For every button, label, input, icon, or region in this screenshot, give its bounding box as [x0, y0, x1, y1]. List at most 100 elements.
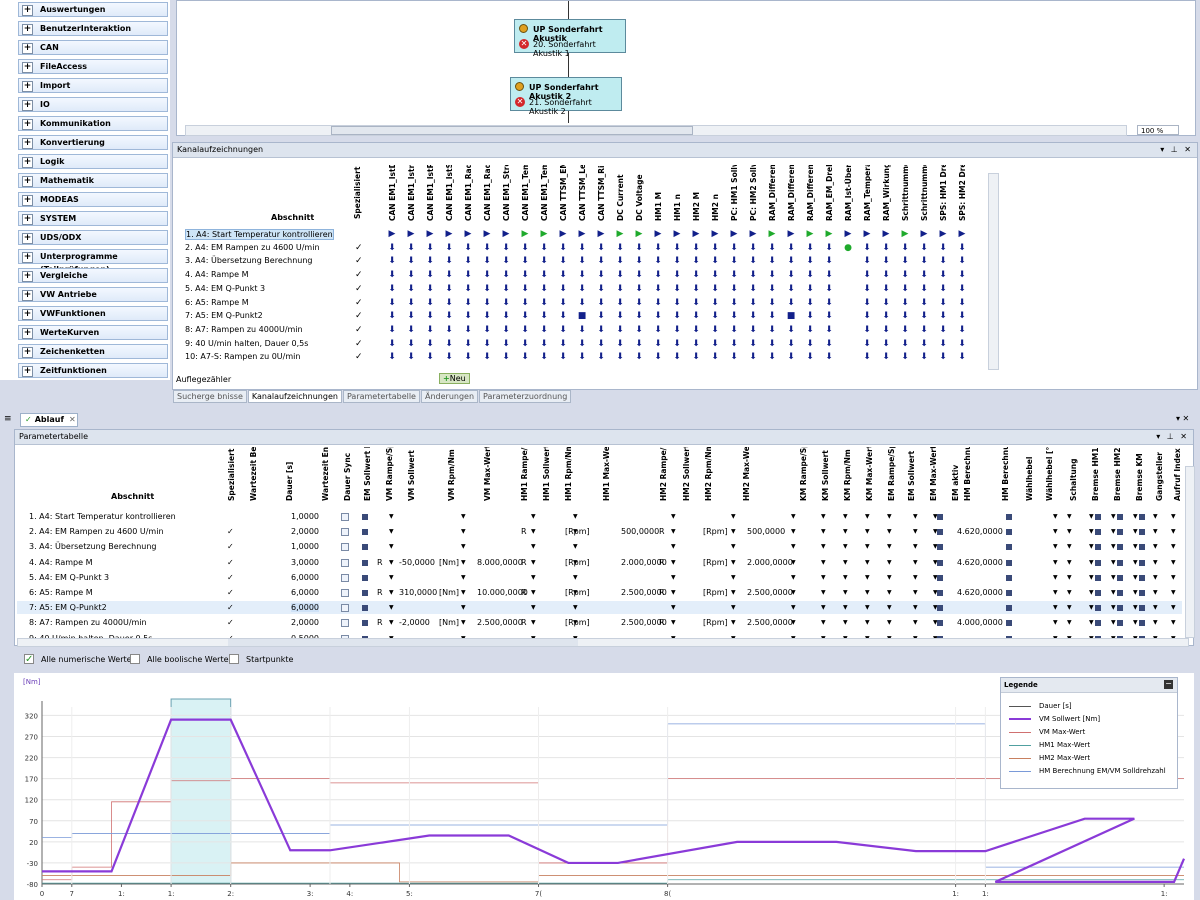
channel-cell[interactable]: ⬇: [516, 283, 534, 295]
dropdown-arrow-icon[interactable]: ▼: [821, 619, 826, 626]
channel-cell[interactable]: ⬇: [516, 269, 534, 281]
dropdown-arrow-icon[interactable]: ▼: [843, 604, 848, 611]
dropdown-arrow-icon[interactable]: ▼: [821, 513, 826, 520]
channel-cell[interactable]: ⬇: [763, 297, 781, 309]
dauer-value[interactable]: 2,0000: [291, 527, 319, 536]
dropdown-arrow-icon[interactable]: ▼: [531, 574, 536, 581]
channel-cell[interactable]: ⬇: [573, 242, 591, 254]
channel-cell[interactable]: ⬇: [440, 338, 458, 350]
dropdown-arrow-icon[interactable]: ▼: [821, 543, 826, 550]
channel-cell[interactable]: ⬇: [744, 351, 762, 363]
parameter-value[interactable]: 4.620,0000: [957, 558, 1003, 567]
channel-cell[interactable]: ⬇: [497, 283, 515, 295]
parameter-column-header[interactable]: Aufruf Index [: [1173, 447, 1182, 501]
dauer-sync-checkbox[interactable]: [341, 543, 349, 552]
dropdown-arrow-icon[interactable]: ▼: [1153, 513, 1158, 520]
parameter-value[interactable]: R: [521, 558, 527, 567]
channel-cell[interactable]: ⬇: [592, 242, 610, 254]
channel-cell[interactable]: ⬇: [554, 269, 572, 281]
parameter-column-header[interactable]: VM Sollwert: [407, 447, 416, 501]
dropdown-arrow-icon[interactable]: ▼: [821, 559, 826, 566]
flag-square[interactable]: [1006, 529, 1012, 536]
channel-cell[interactable]: ⬇: [744, 324, 762, 336]
dauer-sync-checkbox[interactable]: [341, 573, 349, 582]
dropdown-arrow-icon[interactable]: ▼: [821, 528, 826, 535]
dropdown-arrow-icon[interactable]: ▼: [389, 589, 394, 596]
dropdown-arrow-icon[interactable]: ▼: [531, 589, 536, 596]
parameter-column-header[interactable]: VM Rampe/Sp: [385, 447, 394, 501]
em-sollwert-flag[interactable]: [362, 590, 368, 596]
flag-square[interactable]: [1095, 529, 1101, 536]
channel-cell[interactable]: ⬇: [611, 255, 629, 267]
flag-square[interactable]: [1095, 605, 1101, 612]
dropdown-arrow-icon[interactable]: ▼: [843, 543, 848, 550]
dropdown-arrow-icon[interactable]: ▼: [731, 543, 736, 550]
channel-cell[interactable]: ⬇: [592, 269, 610, 281]
dropdown-arrow-icon[interactable]: ▼: [843, 619, 848, 626]
channel-cell[interactable]: ▶: [630, 228, 648, 240]
parameter-column-header[interactable]: HM2 Rampe/S: [659, 447, 668, 501]
horizontal-scrollbar[interactable]: [185, 125, 1127, 136]
dropdown-arrow-icon[interactable]: ▼: [1053, 513, 1058, 520]
dropdown-arrow-icon[interactable]: ▼: [461, 589, 466, 596]
dropdown-arrow-icon[interactable]: ▼: [461, 528, 466, 535]
channel-cell[interactable]: ⬇: [535, 324, 553, 336]
dropdown-arrow-icon[interactable]: ▼: [1089, 604, 1094, 611]
channel-cell[interactable]: ▶: [573, 228, 591, 240]
channel-column-header[interactable]: CAN TTSM_EM: [559, 165, 568, 221]
channel-cell[interactable]: ⬇: [554, 351, 572, 363]
dropdown-arrow-icon[interactable]: ▼: [791, 604, 796, 611]
channel-column-header[interactable]: HM2 n: [711, 165, 720, 221]
empty-cell[interactable]: [839, 283, 857, 295]
channel-cell[interactable]: ⬇: [649, 351, 667, 363]
channel-cell[interactable]: ▶: [858, 228, 876, 240]
channel-cell[interactable]: ⬇: [801, 310, 819, 322]
document-tab-ablauf[interactable]: ✓ Ablauf ✕: [20, 413, 78, 427]
panel-controls[interactable]: ▾ ⊥ ✕: [1160, 143, 1193, 157]
flag-square[interactable]: [1117, 529, 1123, 536]
channel-cell[interactable]: ⬇: [649, 297, 667, 309]
dropdown-arrow-icon[interactable]: ▼: [573, 604, 578, 611]
channel-cell[interactable]: ▶: [421, 228, 439, 240]
channel-cell[interactable]: ⬇: [744, 338, 762, 350]
dropdown-arrow-icon[interactable]: ▼: [1067, 619, 1072, 626]
channel-cell[interactable]: ⬇: [516, 351, 534, 363]
dropdown-arrow-icon[interactable]: ▼: [887, 604, 892, 611]
parameter-value[interactable]: 4.000,0000: [957, 618, 1003, 627]
dropdown-arrow-icon[interactable]: ▼: [389, 513, 394, 520]
channel-cell[interactable]: ⬇: [402, 242, 420, 254]
channel-cell[interactable]: ⬇: [934, 297, 952, 309]
dauer-sync-checkbox[interactable]: [341, 558, 349, 567]
dropdown-arrow-icon[interactable]: ▼: [1067, 528, 1072, 535]
channel-cell[interactable]: ▶: [668, 228, 686, 240]
empty-cell[interactable]: [839, 351, 857, 363]
dropdown-arrow-icon[interactable]: ▼: [913, 513, 918, 520]
parameter-value[interactable]: [Rpm]: [703, 527, 728, 536]
em-sollwert-flag[interactable]: [362, 544, 368, 551]
parameter-row-label[interactable]: 2. A4: EM Rampen zu 4600 U/min: [29, 527, 164, 536]
channel-cell[interactable]: ⬇: [649, 255, 667, 267]
channel-cell[interactable]: ⬇: [953, 338, 971, 350]
channel-column-header[interactable]: CAN TTSM_Ri: [597, 165, 606, 221]
channel-cell[interactable]: ▶: [744, 228, 762, 240]
dropdown-arrow-icon[interactable]: ▼: [913, 589, 918, 596]
dropdown-arrow-icon[interactable]: ▼: [913, 604, 918, 611]
channel-cell[interactable]: ⬇: [592, 255, 610, 267]
channel-column-header[interactable]: CAN EM1_Strc: [502, 165, 511, 221]
channel-cell[interactable]: ⬇: [953, 283, 971, 295]
expand-icon[interactable]: +: [22, 366, 33, 377]
channel-cell[interactable]: ▶: [782, 228, 800, 240]
channel-column-header[interactable]: CAN EM1_IstS: [445, 165, 454, 221]
dropdown-arrow-icon[interactable]: ▼: [1089, 543, 1094, 550]
channel-cell[interactable]: ⬇: [421, 310, 439, 322]
library-item[interactable]: + Zeichenketten: [18, 344, 168, 359]
channel-cell[interactable]: ⬇: [383, 338, 401, 350]
expand-icon[interactable]: +: [22, 119, 33, 130]
channel-cell[interactable]: ⬇: [497, 255, 515, 267]
channel-cell[interactable]: ⬇: [706, 338, 724, 350]
channel-cell[interactable]: ⬇: [896, 242, 914, 254]
parameter-value[interactable]: 2.000,0000: [747, 558, 793, 567]
channel-cell[interactable]: ⬇: [763, 283, 781, 295]
channel-cell[interactable]: ⬇: [440, 351, 458, 363]
flag-square[interactable]: [1006, 514, 1012, 520]
